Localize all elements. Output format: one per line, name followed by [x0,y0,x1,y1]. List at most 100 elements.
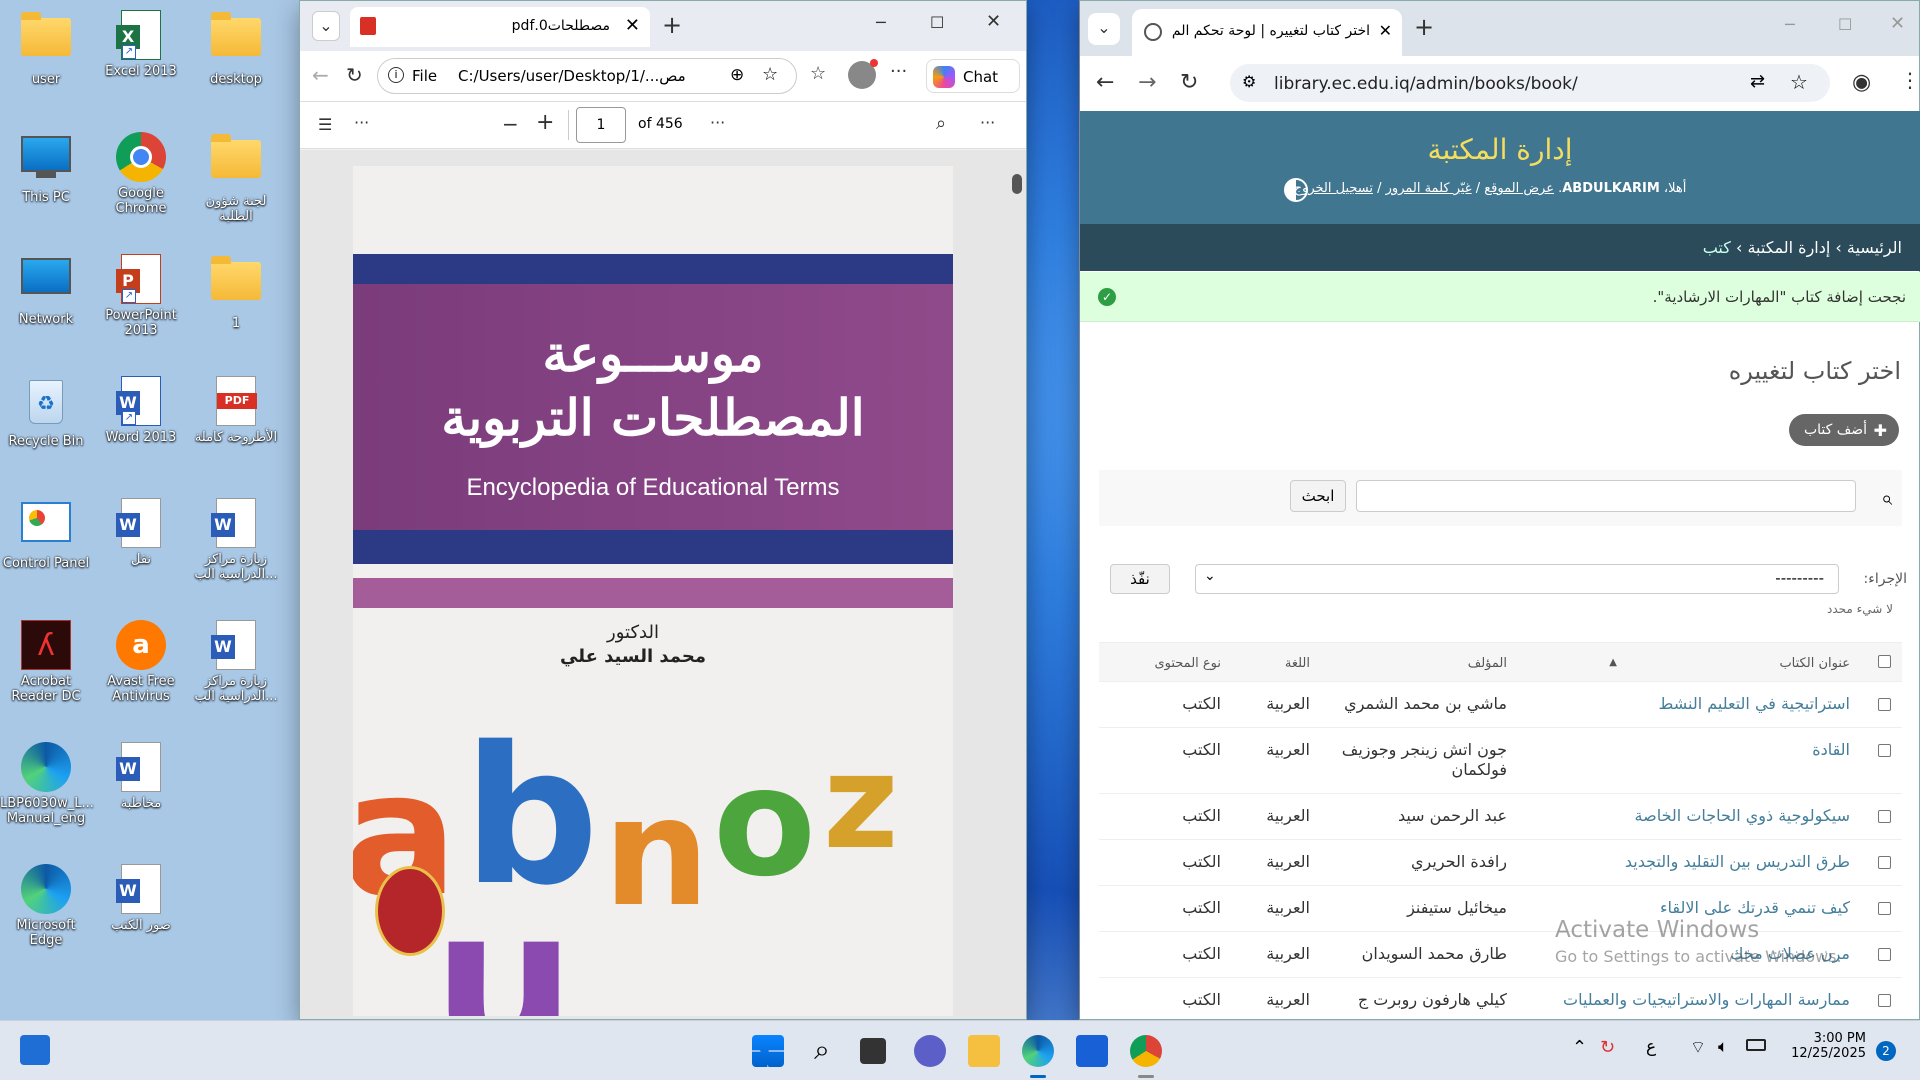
view-site-link[interactable]: عرض الموقع [1484,181,1554,196]
desktop-icon-folder-1[interactable]: 1 [190,254,282,331]
tab-actions-chevron-icon[interactable]: ⌄ [312,11,340,41]
page-number-input[interactable]: 1 [576,107,626,143]
row-checkbox[interactable] [1878,902,1891,915]
desktop-icon-edge[interactable]: Microsoft Edge [0,864,92,948]
volume-icon[interactable]: 🔈︎ [1718,1037,1728,1057]
book-title-link[interactable]: القادة [1812,740,1850,759]
tab-search-chevron-icon[interactable]: ⌄ [1088,13,1120,45]
desktop-icon-word-doc-visit-2[interactable]: W زيارة مراكز الدراسية الب... [190,620,282,704]
book-title-link[interactable]: كيف تنمي قدرتك على الالقاء [1660,898,1850,917]
chrome-omnibox[interactable]: ⚙ library.ec.edu.iq/admin/books/book/ ⇄ … [1230,64,1830,102]
start-windows-icon[interactable] [752,1035,784,1067]
search-button[interactable]: ابحث [1290,480,1346,512]
pdf-viewport[interactable]: موســـوعة المصطلحات التربوية Encyclopedi… [300,150,1026,1019]
chrome-tab-admin[interactable]: اختر كتاب لتغييره | لوحة تحكم الم ✕ [1132,9,1402,56]
file-explorer-icon[interactable] [968,1035,1000,1067]
task-view-icon[interactable] [860,1038,886,1064]
column-content-type[interactable]: نوع المحتوى [1154,656,1221,671]
maximize-icon[interactable]: ☐ [1838,15,1852,34]
book-title-link[interactable]: طرق التدريس بين التقليد والتجديد [1625,852,1850,871]
profile-avatar[interactable] [848,59,878,89]
desktop-icon-word-doc-naql[interactable]: W نقل [95,498,187,567]
column-language[interactable]: اللغة [1285,656,1310,671]
search-input[interactable] [1356,480,1856,512]
bookmark-star-icon[interactable]: ☆ [1790,70,1808,94]
desktop-icon-control-panel[interactable]: Control Panel [0,498,92,571]
breadcrumb-home[interactable]: الرئيسية [1847,238,1902,257]
notification-badge[interactable]: 2 [1876,1041,1896,1061]
desktop-icon-recycle-bin[interactable]: ♻ Recycle Bin [0,376,92,449]
desktop-icon-thesis-pdf[interactable]: PDF الأطروحة كاملة [190,376,282,445]
wifi-icon[interactable]: ⌔ [1690,1037,1706,1058]
sort-ascending-icon[interactable]: ▲ [1609,657,1617,668]
profile-icon[interactable]: ◉ [1852,70,1871,95]
pdf-search-icon[interactable]: ⌕ [936,113,946,134]
row-checkbox[interactable] [1878,698,1891,711]
desktop-icon-desktop-folder[interactable]: desktop [190,10,282,87]
row-checkbox[interactable] [1878,994,1891,1007]
favorite-star-icon[interactable]: ☆ [762,64,778,85]
zoom-in-icon[interactable]: + [536,110,554,135]
desktop-icon-network[interactable]: Network [0,254,92,327]
widgets-icon[interactable] [20,1035,50,1065]
action-select[interactable]: --------- ⌄ [1195,564,1839,594]
minimize-icon[interactable]: ─ [876,13,886,32]
execute-action-button[interactable]: نفّذ [1110,564,1170,594]
chrome-menu-icon[interactable]: ⋮ [1900,68,1920,92]
breadcrumb-app[interactable]: إدارة المكتبة [1747,238,1830,257]
close-window-icon[interactable]: ✕ [1890,13,1905,34]
refresh-icon[interactable]: ↻ [346,63,363,87]
desktop-icon-powerpoint[interactable]: P ↗ PowerPoint 2013 [95,254,187,338]
new-tab-icon[interactable]: + [1414,13,1434,41]
table-of-contents-icon[interactable]: ☰ [318,115,332,134]
battery-icon[interactable] [1746,1039,1766,1051]
close-tab-icon[interactable]: ✕ [1379,21,1392,40]
column-author[interactable]: المؤلف [1468,656,1507,671]
chrome-taskbar-icon[interactable] [1130,1035,1162,1067]
reload-icon[interactable]: ↻ [1180,70,1198,95]
pdf-more-left-icon[interactable]: ··· [354,113,369,132]
edge-omnibox[interactable]: i File C:/Users/user/Desktop/1/...مص ⊕ ☆ [377,58,797,94]
back-icon[interactable]: ← [312,63,329,87]
desktop-icon-lbp-manual[interactable]: LBP6030w_L... Manual_eng [0,742,94,826]
zoom-icon[interactable]: ⊕ [730,65,744,85]
favorites-icon[interactable]: ☆ [810,63,826,84]
new-tab-icon[interactable]: + [662,11,682,39]
desktop-icon-acrobat[interactable]: ʎ Acrobat Reader DC [0,620,92,704]
row-checkbox[interactable] [1878,810,1891,823]
desktop-icon-chrome[interactable]: Google Chrome [95,132,187,216]
close-window-icon[interactable]: ✕ [986,11,1001,32]
pdf-more-right-icon[interactable]: ··· [980,113,995,132]
desktop-icon-word-doc-mukhataba[interactable]: W مخاطبة [95,742,187,811]
select-all-checkbox[interactable] [1878,655,1891,668]
pdf-more-center-icon[interactable]: ··· [710,113,725,132]
zoom-out-icon[interactable]: − [502,112,519,136]
sync-status-icon[interactable]: ↻ [1600,1037,1615,1058]
minimize-icon[interactable]: ─ [1785,15,1795,34]
clock[interactable]: 3:00 PM 12/25/2025 [1784,1031,1866,1061]
theme-toggle-icon[interactable] [1284,178,1308,202]
add-book-button[interactable]: ✚ أضف كتاب [1789,414,1899,446]
site-title[interactable]: إدارة المكتبة [1080,133,1920,166]
book-title-link[interactable]: ممارسة المهارات والاستراتيجيات والعمليات [1563,990,1850,1009]
edge-tab-pdf[interactable]: مصطلحات0.pdf ✕ [350,7,650,47]
maximize-icon[interactable]: ☐ [930,13,944,32]
site-settings-icon[interactable]: ⚙ [1242,72,1256,91]
more-menu-icon[interactable]: ··· [890,61,907,82]
pdf-scrollbar[interactable] [1012,154,1022,1014]
book-title-link[interactable]: استراتيجية في التعليم النشط [1659,694,1850,713]
row-checkbox[interactable] [1878,744,1891,757]
copilot-chat-button[interactable]: Chat [926,59,1020,93]
store-icon[interactable] [1076,1035,1108,1067]
close-tab-icon[interactable]: ✕ [625,15,640,36]
row-checkbox[interactable] [1878,856,1891,869]
desktop-icon-student-affairs[interactable]: لجنة شؤون الطلبة [190,132,282,224]
change-password-link[interactable]: غيّر كلمة المرور [1386,181,1472,196]
book-title-link[interactable]: سيكولوجية ذوي الحاجات الخاصة [1635,806,1850,825]
desktop-icon-word-doc-visit-1[interactable]: W زيارة مراكز الدراسية الب... [190,498,282,582]
translate-icon[interactable]: ⇄ [1750,71,1765,92]
back-icon[interactable]: ← [1096,70,1114,95]
desktop-icon-excel[interactable]: X ↗ Excel 2013 [95,10,187,79]
column-title[interactable]: عنوان الكتاب [1779,656,1850,671]
desktop-icon-word[interactable]: W ↗ Word 2013 [95,376,187,445]
